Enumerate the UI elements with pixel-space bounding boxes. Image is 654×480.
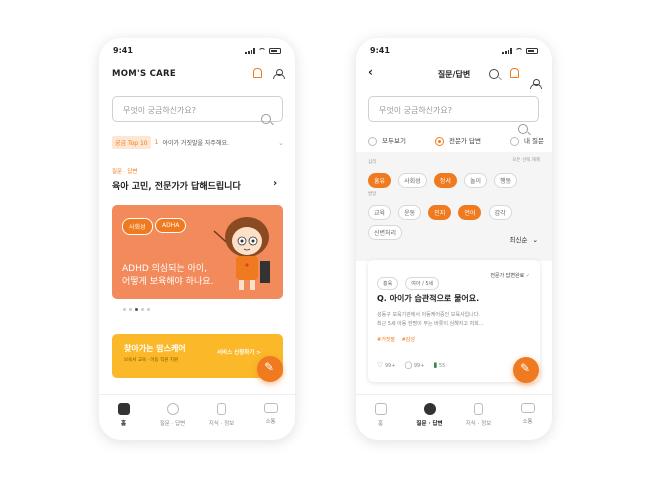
chip[interactable]: 언어 — [458, 205, 482, 220]
status-bar: 9:41 — [113, 46, 281, 58]
home-icon — [117, 403, 130, 415]
chat-icon — [520, 403, 535, 413]
chevron-down-icon[interactable]: ⌄ — [278, 139, 284, 147]
radio-expert[interactable]: 전문가 답변 — [434, 135, 481, 146]
chip[interactable]: 놀이 — [463, 173, 487, 188]
top10-text: 아이가 거짓말을 자주해요. — [162, 140, 229, 147]
tab-home[interactable]: 홈 — [99, 395, 148, 440]
tab-knowledge[interactable]: 지식 · 정보 — [197, 395, 246, 440]
chip[interactable]: 행동 — [494, 173, 518, 188]
question-title: Q. 아이가 습관적으로 물어요. — [377, 294, 480, 303]
clear-all-button[interactable]: 모든 선택 해제 — [512, 157, 540, 163]
comment-icon: ◯ — [404, 361, 413, 369]
signal-icon — [502, 48, 512, 54]
group2-label: 발달 — [368, 192, 377, 197]
profile-icon[interactable] — [273, 69, 285, 79]
battery-icon — [526, 48, 538, 54]
bottom-tab-bar: 홈 질문 · 답변 지식 · 정보 소통 — [99, 394, 295, 440]
filter-radio-group: 모두보기 전문가 답변 내 질문 — [368, 135, 544, 146]
status-time: 9:41 — [370, 46, 390, 55]
heart-icon: ♡ — [377, 361, 384, 369]
tab-qna[interactable]: 질문 · 답변 — [148, 395, 197, 440]
section-label: 질문 · 답변 — [112, 169, 138, 175]
group1-label: 심리 — [368, 160, 377, 165]
tab-home[interactable]: 홈 — [356, 395, 405, 440]
chip[interactable]: 교육 — [368, 205, 392, 220]
like-stat[interactable]: ♡ 99+ — [377, 361, 395, 369]
wifi-icon — [258, 48, 266, 54]
profile-icon[interactable] — [530, 79, 542, 89]
bottom-tab-bar: 홈 질문 · 답변 지식 · 정보 소통 — [356, 394, 552, 440]
banner-headline: ADHD 의심되는 아이, 어떻게 보육해야 하나요. — [122, 264, 214, 287]
featured-banner[interactable]: 사회성 ADHA ADHD 의심되는 아이, 어떻게 보육해야 하나요. — [112, 205, 283, 299]
phone-home-screen: 9:41 MOM'S CARE 무엇이 궁금하신가요? 궁금 Top 10 1 … — [99, 38, 295, 440]
sort-dropdown[interactable]: 최신순 ⌄ — [510, 234, 538, 244]
promo-subtitle: 보육서 교육 · 아동 직원 지원 — [124, 358, 179, 363]
chip[interactable]: 흥유 — [368, 173, 392, 188]
radio-mine[interactable]: 내 질문 — [509, 135, 544, 146]
banner-tag: ADHA — [155, 218, 187, 233]
phone-qna-screen: 9:41 ‹ 질문/답변 무엇이 궁금하신가요? 모두보기 전문가 답변 내 질… — [356, 38, 552, 440]
search-input[interactable]: 무엇이 궁금하신가요? — [368, 96, 539, 122]
hashtags: #거짓말 #감성 — [377, 337, 415, 343]
chevron-down-icon: ⌄ — [532, 236, 538, 244]
chip[interactable]: 운동 — [398, 205, 422, 220]
top10-ticker[interactable]: 궁금 Top 10 1 아이가 거짓말을 자주해요. ⌄ — [112, 136, 284, 149]
check-icon: ✓ — [525, 273, 530, 279]
answered-status: 전문가 답변완료 ✓ — [490, 273, 530, 279]
question-icon — [423, 403, 436, 415]
search-icon[interactable] — [261, 114, 271, 124]
chip[interactable]: 정서 — [433, 173, 457, 188]
battery-icon — [269, 48, 281, 54]
search-icon[interactable] — [518, 124, 528, 134]
card-stats: ♡ 99+ ◯ 99+ ▮ 55 — [377, 361, 445, 369]
card-tag: 여아 / 5세 — [405, 277, 440, 290]
save-stat[interactable]: ▮ 55 — [433, 361, 445, 369]
status-time: 9:41 — [113, 46, 133, 55]
carousel-pagination[interactable] — [123, 308, 150, 311]
group1-chips: 흥유 사회성 정서 놀이 행동 — [368, 168, 519, 188]
apply-service-button[interactable]: 서비스 신청하기 > — [217, 348, 261, 356]
document-icon — [474, 403, 483, 415]
category-filter-panel: 심리 모든 선택 해제 흥유 사회성 정서 놀이 행동 발달 교육 운동 인지 … — [356, 152, 552, 261]
document-icon — [217, 403, 226, 415]
promo-title: 찾아가는 맘스케어 — [124, 344, 186, 353]
chevron-right-icon[interactable]: › — [273, 178, 277, 189]
home-icon — [374, 403, 387, 415]
chip[interactable]: 감각 — [488, 205, 512, 220]
notification-bell-icon[interactable] — [253, 68, 262, 78]
top10-badge: 궁금 Top 10 — [112, 136, 151, 149]
question-body: 성동구 보육기관에서 아동케어중인 보육사입니다. 최근 5세 아동 한명이 무… — [377, 312, 484, 327]
wifi-icon — [515, 48, 523, 54]
page-title: 질문/답변 — [437, 70, 471, 79]
app-logo: MOM'S CARE — [112, 69, 176, 79]
radio-all[interactable]: 모두보기 — [368, 135, 406, 146]
tab-community[interactable]: 소통 — [246, 395, 295, 440]
comment-stat[interactable]: ◯ 99+ — [404, 361, 424, 369]
chip[interactable]: 인지 — [428, 205, 452, 220]
chat-icon — [263, 403, 278, 413]
section-title: 육아 고민, 전문가가 답해드립니다 — [112, 182, 241, 192]
status-bar: 9:41 — [370, 46, 538, 58]
search-input[interactable]: 무엇이 궁금하신가요? — [112, 96, 283, 122]
chip[interactable]: 신변처리 — [368, 225, 403, 240]
search-icon[interactable] — [489, 69, 499, 79]
banner-tag: 사회성 — [122, 218, 153, 235]
tab-qna[interactable]: 질문 · 답변 — [405, 395, 454, 440]
write-fab-button[interactable] — [513, 357, 539, 383]
child-character-illustration — [213, 217, 270, 290]
question-icon — [166, 403, 179, 415]
chip[interactable]: 사회성 — [398, 173, 427, 188]
signal-icon — [245, 48, 255, 54]
top10-rank: 1 — [154, 139, 159, 146]
write-fab-button[interactable] — [257, 356, 283, 382]
notification-bell-icon[interactable] — [510, 68, 519, 78]
card-tag: 흥육 — [377, 277, 399, 290]
bookmark-icon: ▮ — [433, 361, 438, 369]
tab-knowledge[interactable]: 지식 · 정보 — [454, 395, 503, 440]
tab-community[interactable]: 소통 — [503, 395, 552, 440]
